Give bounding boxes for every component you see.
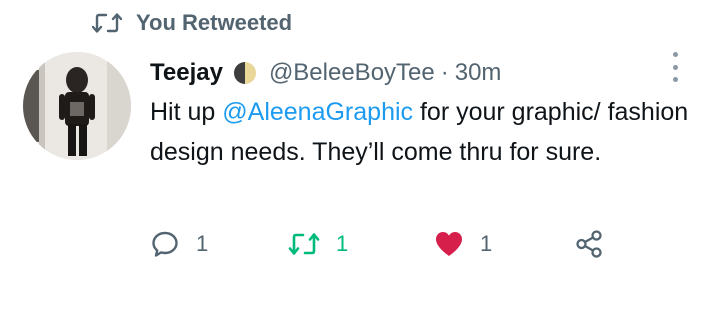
reply-button[interactable]: 1: [150, 224, 208, 264]
tweet-timestamp[interactable]: 30m: [455, 59, 502, 87]
retweet-button[interactable]: 1: [288, 224, 348, 264]
share-button[interactable]: [574, 224, 604, 264]
retweet-context-label: You Retweeted: [136, 10, 293, 35]
mention-link[interactable]: @AleenaGraphic: [222, 98, 413, 126]
tweet-card[interactable]: You Retweeted Teejay @BeleeBoyTee · 30m: [0, 0, 713, 314]
retweet-icon: [288, 231, 320, 257]
retweet-context: You Retweeted: [92, 6, 292, 40]
heart-icon: [434, 230, 464, 258]
retweet-context-icon: [92, 12, 122, 34]
retweet-count: 1: [336, 231, 349, 256]
reply-count: 1: [196, 231, 209, 256]
tweet-header: Teejay @BeleeBoyTee · 30m: [150, 56, 693, 90]
more-options-icon[interactable]: [667, 52, 683, 82]
header-separator: ·: [440, 59, 449, 86]
action-bar: 1 1 1: [150, 224, 633, 264]
tweet-text: Hit up @AleenaGraphic for your graphic/ …: [150, 92, 690, 172]
like-button[interactable]: 1: [434, 224, 492, 264]
share-icon: [574, 229, 604, 259]
author-handle[interactable]: @BeleeBoyTee: [269, 59, 435, 87]
half-moon-badge-icon: [233, 61, 257, 85]
avatar[interactable]: [23, 52, 131, 160]
author-name[interactable]: Teejay: [150, 59, 223, 87]
reply-icon: [150, 229, 180, 259]
tweet-text-prefix: Hit up: [150, 98, 223, 126]
like-count: 1: [480, 231, 493, 256]
